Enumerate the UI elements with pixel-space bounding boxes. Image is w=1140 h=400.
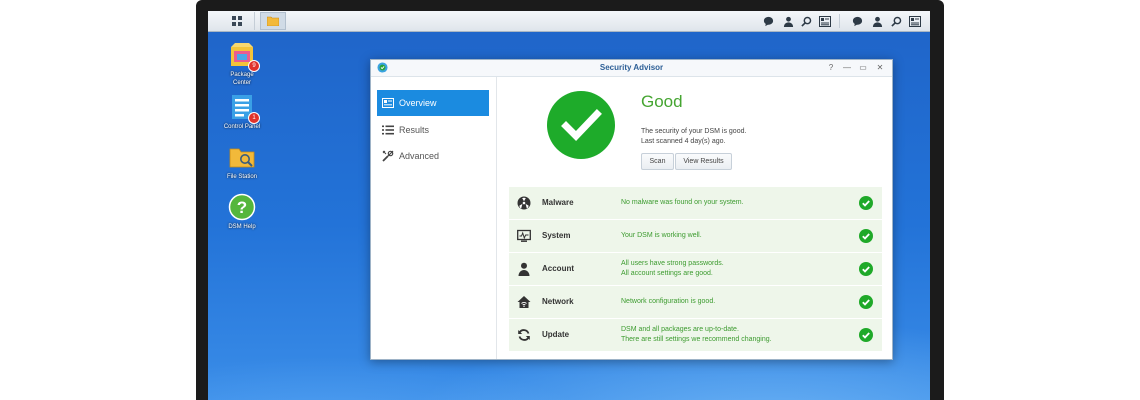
check-icon [859,262,873,276]
overview-panel: Good The security of your DSM is good. L… [497,77,892,359]
sidebar-item-overview[interactable]: Overview [377,90,489,116]
status-title: Good [641,92,683,111]
sidebar-item-advanced[interactable]: Advanced [377,143,489,169]
result-row-malware: Malware No malware was found on your sys… [509,187,882,220]
result-row-account: Account All users have strong passwords.… [509,253,882,286]
sidebar: Overview Results Advanced [371,77,497,359]
status-good-icon [547,91,615,159]
last-scanned-text: Last scanned 4 day(s) ago. [641,138,726,145]
result-description: Network configuration is good. [621,298,716,305]
result-name: Malware [542,198,574,207]
user-icon[interactable] [781,14,795,28]
package-center-icon: 9 [228,41,260,72]
result-description: All users have strong passwords. [621,260,724,267]
user-icon [518,262,530,276]
result-row-network: Network Network configuration is good. [509,286,882,319]
close-button[interactable]: ✕ [875,62,885,74]
chat-icon[interactable] [761,14,775,28]
desktop-icon-file-station[interactable]: File Station [212,143,272,181]
view-results-button[interactable]: View Results [675,153,732,170]
sidebar-item-label: Results [399,125,430,135]
result-name: System [542,231,571,240]
list-icon [382,124,394,136]
search-icon[interactable] [889,14,903,28]
desktop-icon-label: DSM Help [228,224,256,230]
check-icon [859,196,873,210]
widgets-icon[interactable] [908,14,922,28]
result-name: Account [542,264,574,273]
minimize-button[interactable]: — [842,62,852,74]
chat-icon[interactable] [850,14,864,28]
folder-icon [267,16,279,26]
scan-button[interactable]: Scan [641,153,674,170]
sidebar-item-results[interactable]: Results [377,117,489,143]
search-icon[interactable] [799,14,813,28]
help-icon: ? [228,193,256,221]
refresh-icon [518,329,530,341]
user-icon[interactable] [870,14,884,28]
home-network-icon [517,296,531,308]
window-titlebar[interactable]: Security Advisor ? — ▭ ✕ [371,60,892,77]
desktop-icon-dsm-help[interactable]: ? DSM Help [212,193,272,231]
taskbar-app-file-station[interactable] [260,12,286,30]
overview-icon [382,97,394,109]
taskbar [208,11,930,32]
desktop-icon-label: Package [230,72,254,78]
check-icon [859,229,873,243]
result-description: No malware was found on your system. [621,199,744,206]
svg-text:?: ? [237,198,247,217]
desktop-icon-label: Control Panel [223,124,261,130]
file-station-icon [228,143,256,171]
results-list: Malware No malware was found on your sys… [509,187,882,351]
check-icon [859,295,873,309]
result-description: Your DSM is working well. [621,232,702,239]
check-icon [859,328,873,342]
tools-icon [382,150,394,162]
notification-badge: 9 [248,60,260,72]
result-description: There are still settings we recommend ch… [621,336,772,343]
desktop-icon-label: Center [232,80,251,86]
main-menu-button[interactable] [220,12,255,30]
security-advisor-window: Security Advisor ? — ▭ ✕ Overview Result… [370,59,893,360]
control-panel-icon: 1 [228,93,260,124]
result-name: Update [542,330,570,339]
result-description: DSM and all packages are up-to-date. [621,326,739,333]
result-name: Network [542,297,574,306]
monitor-icon [517,229,531,242]
result-row-update: Update DSM and all packages are up-to-da… [509,319,882,351]
grid-icon [232,16,242,26]
maximize-button[interactable]: ▭ [858,62,868,74]
desktop-icon-label: File Station [226,174,257,180]
help-button[interactable]: ? [826,62,836,74]
desktop-icon-control-panel[interactable]: 1 Control Panel [212,93,272,131]
sidebar-item-label: Overview [399,98,437,108]
widgets-icon[interactable] [818,14,832,28]
desktop: 9 Package Center 1 Control Panel File St… [208,11,930,400]
taskbar-separator [839,14,840,28]
status-description: The security of your DSM is good. [641,128,747,135]
radiation-icon [517,196,531,210]
notification-badge: 1 [248,112,260,124]
result-row-system: System Your DSM is working well. [509,220,882,253]
sidebar-item-label: Advanced [399,151,440,161]
result-description: All account settings are good. [621,270,713,277]
desktop-icon-package-center[interactable]: 9 Package Center [212,41,272,87]
window-title: Security Advisor [599,63,664,72]
